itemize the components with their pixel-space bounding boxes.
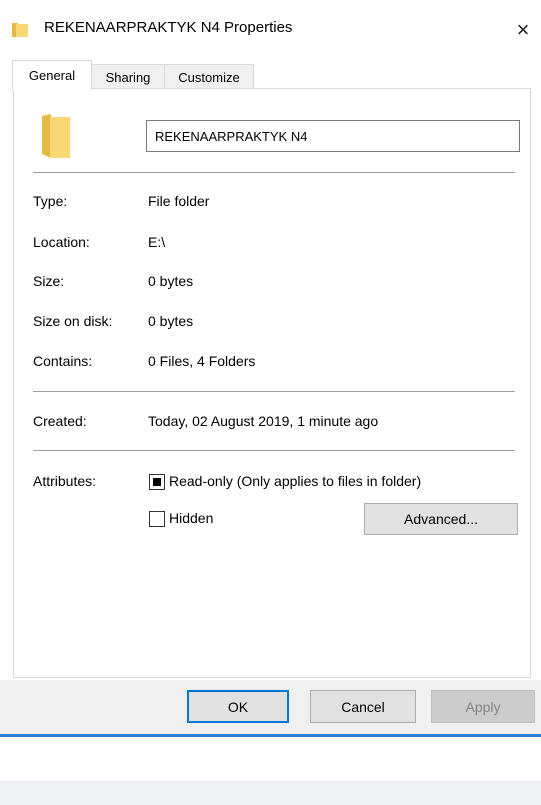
cancel-button[interactable]: Cancel [310,690,416,723]
background-area [0,781,541,805]
tab-sharing[interactable]: Sharing [90,64,166,89]
tab-general[interactable]: General [12,60,92,90]
tab-customize[interactable]: Customize [164,64,254,89]
attributes-label: Attributes: [33,473,97,489]
apply-button[interactable]: Apply [431,690,535,723]
separator [33,172,515,173]
close-button[interactable]: × [505,12,541,48]
advanced-button[interactable]: Advanced... [364,503,518,535]
size-label: Size: [33,273,65,289]
background-area [0,737,541,781]
hidden-label[interactable]: Hidden [169,510,213,526]
contains-value: 0 Files, 4 Folders [148,353,256,369]
size-value: 0 bytes [148,273,194,289]
hidden-checkbox[interactable] [149,511,165,527]
location-value: E:\ [148,234,166,250]
read-only-label[interactable]: Read-only (Only applies to files in fold… [169,473,421,489]
folder-icon [42,114,70,158]
separator [33,391,515,392]
read-only-checkbox[interactable] [149,474,165,490]
separator [33,450,515,451]
general-panel [13,88,531,678]
title-bar: REKENAARPRAKTYK N4 Properties × [0,0,541,58]
type-label: Type: [33,193,68,209]
size-on-disk-label: Size on disk: [33,313,113,329]
contains-label: Contains: [33,353,93,369]
ok-button[interactable]: OK [187,690,289,723]
location-label: Location: [33,234,90,250]
folder-icon [12,23,28,37]
type-value: File folder [148,193,210,209]
close-icon: × [516,17,530,42]
window-title: REKENAARPRAKTYK N4 Properties [44,19,293,36]
created-label: Created: [33,413,87,429]
size-on-disk-value: 0 bytes [148,313,194,329]
created-value: Today, 02 August 2019, 1 minute ago [148,413,379,429]
folder-name-input[interactable] [146,120,520,152]
